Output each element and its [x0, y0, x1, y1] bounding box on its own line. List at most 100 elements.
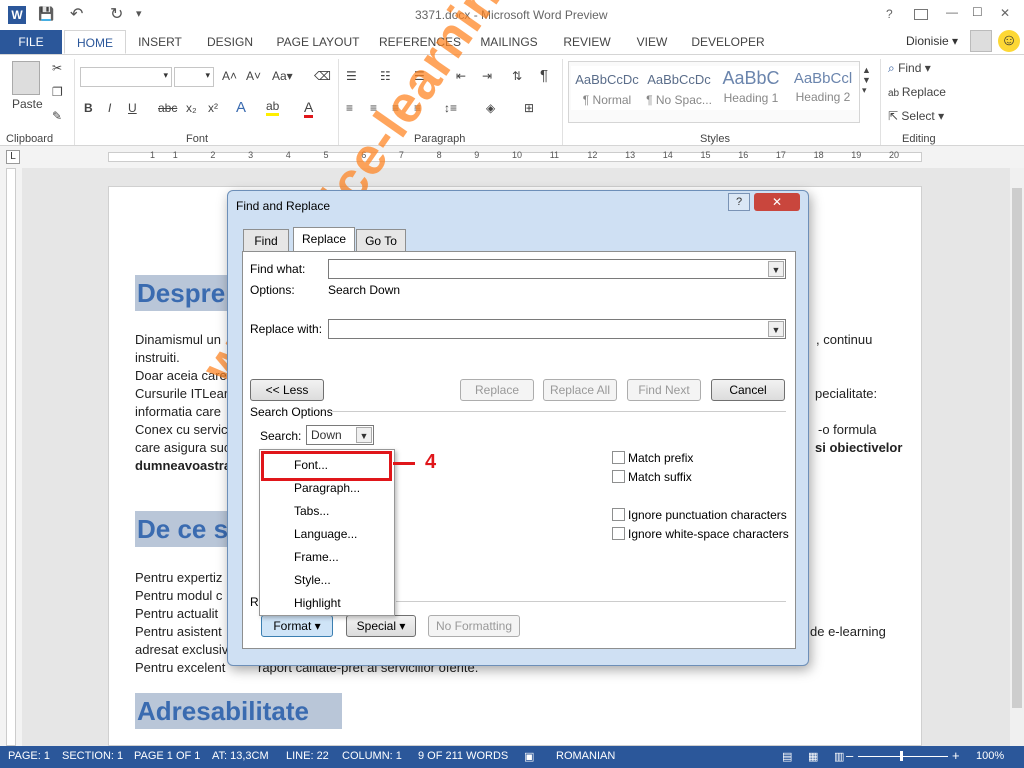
status-at[interactable]: AT: 13,3CM: [212, 750, 269, 762]
find-what-input[interactable]: ▼: [328, 259, 786, 279]
user-name[interactable]: Dionisie ▾: [906, 34, 958, 48]
status-section[interactable]: SECTION: 1: [62, 750, 123, 762]
zoom-level[interactable]: 100%: [976, 750, 1004, 762]
document-line-right[interactable]: de e-learning: [810, 624, 886, 639]
clear-format-icon[interactable]: ⌫: [314, 69, 331, 83]
style-normal[interactable]: AaBbCcDc ¶ Normal: [571, 66, 643, 110]
styles-scroll-icon[interactable]: ▲ ▼ ▾: [862, 65, 871, 96]
less-button[interactable]: << Less: [250, 379, 324, 401]
document-line[interactable]: care asigura suc: [135, 440, 230, 455]
ignore-punctuation-checkbox[interactable]: [612, 508, 625, 521]
zoom-slider-thumb[interactable]: [900, 751, 903, 761]
document-line[interactable]: informatia care: [135, 404, 221, 419]
highlight-icon[interactable]: ab: [266, 99, 280, 116]
replace-button-dialog[interactable]: Replace: [460, 379, 534, 401]
cut-icon[interactable]: ✂: [52, 61, 62, 75]
style-no-spacing[interactable]: AaBbCcDc ¶ No Spac...: [643, 66, 715, 110]
change-case-button[interactable]: Aa▾: [272, 69, 293, 83]
heading-adresabilitate[interactable]: Adresabilitate: [135, 693, 342, 729]
help-icon[interactable]: ?: [886, 7, 893, 21]
read-mode-icon[interactable]: ▤: [782, 750, 792, 763]
horizontal-ruler[interactable]: L 1 1 2 3 4 5 6 7 8 9 10 11 12 13 14 15 16 17 18 19 20: [0, 146, 1024, 168]
document-line-right[interactable]: , continuu: [816, 332, 872, 347]
menu-item-tabs[interactable]: Tabs...: [294, 504, 329, 518]
bold-button[interactable]: B: [84, 101, 93, 115]
tab-view[interactable]: VIEW: [630, 30, 674, 54]
increase-indent-icon[interactable]: ⇥: [482, 69, 492, 83]
tab-goto[interactable]: Go To: [356, 229, 406, 251]
shrink-font-button[interactable]: A˅: [246, 69, 261, 83]
document-line[interactable]: Pentru actualit: [135, 606, 218, 621]
document-line[interactable]: adresat exclusiv: [135, 642, 228, 657]
match-suffix-checkbox[interactable]: [612, 470, 625, 483]
tab-insert[interactable]: INSERT: [130, 30, 190, 54]
customize-qat-icon[interactable]: ▾: [136, 7, 142, 20]
search-dropdown-icon[interactable]: ▼: [356, 427, 372, 443]
menu-item-frame[interactable]: Frame...: [294, 550, 339, 564]
scrollbar-thumb[interactable]: [1012, 188, 1022, 708]
tab-replace[interactable]: Replace: [293, 227, 355, 251]
heading-despre[interactable]: Despre: [135, 275, 235, 311]
dialog-help-button[interactable]: ?: [728, 193, 750, 211]
style-heading-2[interactable]: AaBbCcl Heading 2: [787, 66, 859, 110]
bullets-icon[interactable]: ☰: [346, 69, 357, 83]
format-button[interactable]: Format ▾: [261, 615, 333, 637]
status-page-of[interactable]: PAGE 1 OF 1: [134, 750, 200, 762]
document-line[interactable]: Pentru expertiz: [135, 570, 222, 585]
tab-review[interactable]: REVIEW: [558, 30, 616, 54]
tab-find[interactable]: Find: [243, 229, 289, 251]
avatar[interactable]: [970, 30, 992, 52]
font-size-combo[interactable]: ▾: [174, 67, 214, 87]
search-direction-select[interactable]: Down ▼: [306, 425, 374, 445]
select-button[interactable]: ⇱ Select ▾: [888, 109, 944, 123]
save-icon[interactable]: 💾: [38, 6, 54, 22]
redo-icon[interactable]: ↻: [110, 4, 123, 24]
borders-icon[interactable]: ⊞: [524, 101, 534, 115]
paste-icon[interactable]: [12, 61, 40, 95]
maximize-icon[interactable]: ☐: [972, 5, 983, 19]
find-next-button[interactable]: Find Next: [627, 379, 701, 401]
smiley-icon[interactable]: ☺: [998, 30, 1020, 52]
ignore-whitespace-checkbox[interactable]: [612, 527, 625, 540]
match-prefix-checkbox[interactable]: [612, 451, 625, 464]
no-formatting-button[interactable]: No Formatting: [428, 615, 520, 637]
word-app-icon[interactable]: W: [8, 6, 26, 24]
document-line[interactable]: Pentru modul c: [135, 588, 222, 603]
ribbon-display-icon[interactable]: [914, 9, 928, 20]
tab-home[interactable]: HOME: [64, 30, 126, 54]
copy-icon[interactable]: ❐: [52, 85, 63, 99]
undo-icon[interactable]: ↶: [70, 4, 83, 24]
superscript-button[interactable]: x²: [208, 101, 218, 115]
document-line-right[interactable]: -o formula: [818, 422, 877, 437]
replace-with-input[interactable]: ▼: [328, 319, 786, 339]
align-left-icon[interactable]: ≡: [346, 101, 353, 115]
format-painter-icon[interactable]: ✎: [52, 109, 62, 123]
pilcrow-button[interactable]: ¶: [540, 67, 548, 84]
strikethrough-button[interactable]: abc: [158, 101, 177, 115]
document-line-right[interactable]: pecialitate:: [815, 386, 877, 401]
vertical-ruler[interactable]: [0, 168, 22, 746]
font-color-button[interactable]: A: [304, 99, 314, 118]
status-language[interactable]: ROMANIAN: [556, 750, 615, 762]
document-line[interactable]: Pentru excelent: [135, 660, 225, 675]
sort-icon[interactable]: ⇅: [512, 69, 522, 83]
replace-all-button[interactable]: Replace All: [543, 379, 617, 401]
status-words[interactable]: 9 OF 211 WORDS: [418, 750, 508, 762]
font-name-combo[interactable]: ▾: [80, 67, 172, 87]
menu-item-language[interactable]: Language...: [294, 527, 357, 541]
web-layout-icon[interactable]: ▥: [834, 750, 844, 763]
dialog-close-button[interactable]: ✕: [754, 193, 800, 211]
replace-dropdown-icon[interactable]: ▼: [768, 321, 784, 337]
grow-font-button[interactable]: A˄: [222, 69, 237, 83]
document-line[interactable]: Conex cu servic: [135, 422, 227, 437]
shading-icon[interactable]: ◈: [486, 101, 495, 115]
status-page[interactable]: PAGE: 1: [8, 750, 50, 762]
document-line[interactable]: Pentru asistent: [135, 624, 222, 639]
document-line[interactable]: Cursurile ITLear: [135, 386, 228, 401]
zoom-slider[interactable]: [858, 756, 948, 757]
replace-button[interactable]: ab Replace: [888, 85, 946, 99]
tab-selector[interactable]: L: [6, 150, 20, 164]
find-button[interactable]: ⌕ Find ▾: [888, 61, 931, 76]
document-line[interactable]: instruiti.: [135, 350, 180, 365]
special-button[interactable]: Special ▾: [346, 615, 416, 637]
